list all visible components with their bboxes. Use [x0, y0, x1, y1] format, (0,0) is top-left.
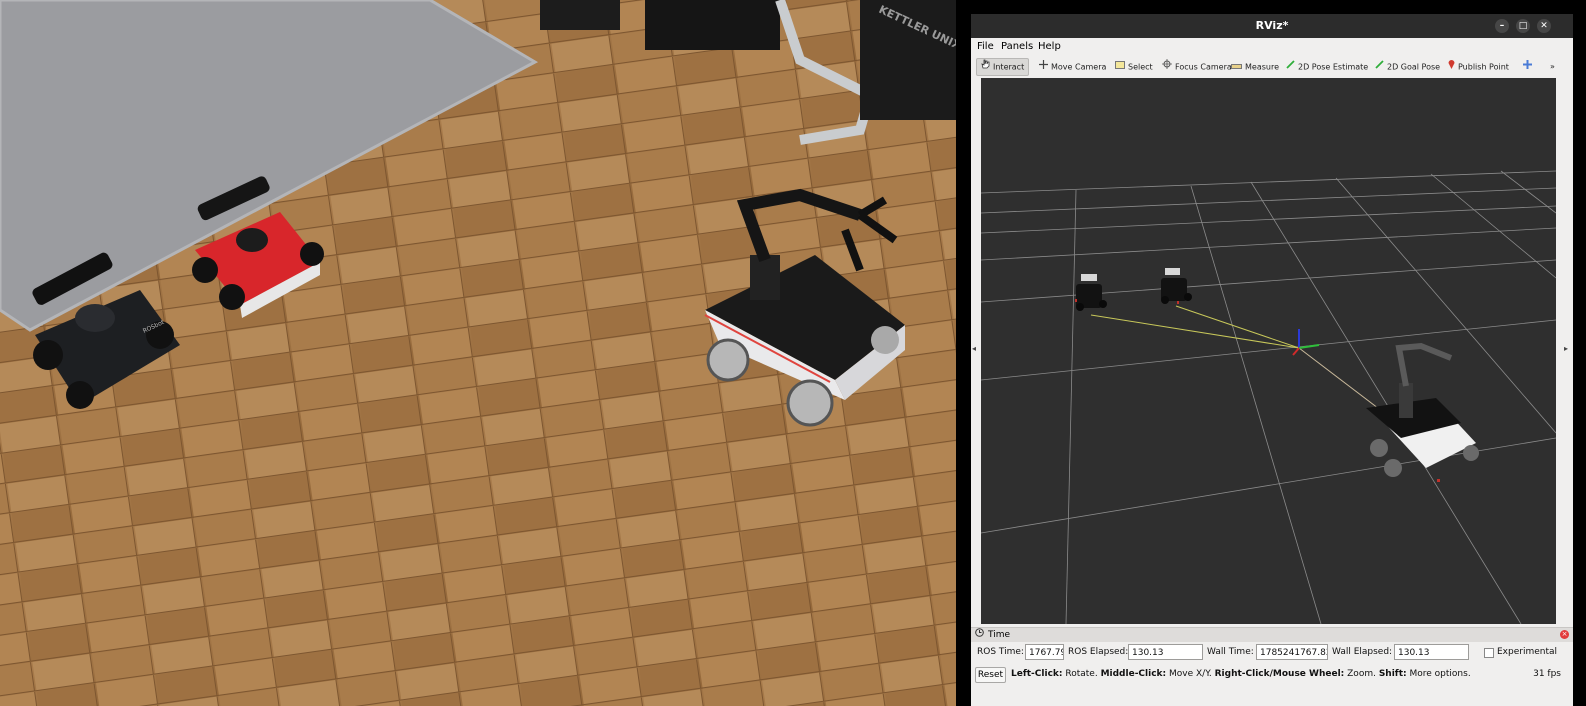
goal-pose-tool[interactable]: 2D Goal Pose	[1371, 59, 1444, 75]
robot-model-1	[1075, 274, 1107, 311]
ros-time-label: ROS Time:	[977, 647, 1024, 657]
middle-click-key: Middle-Click:	[1100, 669, 1167, 679]
robot-model-arm	[1366, 342, 1479, 482]
menu-panels[interactable]: Panels	[1001, 38, 1033, 56]
ground-grid	[981, 170, 1556, 624]
3d-viewport[interactable]	[981, 78, 1556, 624]
mouse-hint-text: Left-Click: Rotate. Middle-Click: Move X…	[1011, 669, 1471, 679]
time-panel-row: ROS Time: 1767.79 ROS Elapsed: 130.13 Wa…	[971, 643, 1573, 663]
ruler-icon	[1231, 59, 1242, 75]
ros-elapsed-label: ROS Elapsed:	[1068, 647, 1129, 657]
time-panel-header: Time ×	[971, 627, 1573, 642]
left-dock-arrow-icon[interactable]: ◂	[972, 344, 976, 353]
panel-close-icon[interactable]: ×	[1560, 630, 1569, 639]
wall-time-label: Wall Time:	[1207, 647, 1254, 657]
experimental-checkbox[interactable]	[1484, 648, 1494, 658]
map-pin-icon	[1448, 59, 1455, 75]
maximize-button[interactable]: □	[1516, 19, 1530, 33]
reset-button[interactable]: Reset	[975, 667, 1006, 683]
select-icon	[1115, 59, 1125, 75]
fps-counter: 31 fps	[1533, 669, 1561, 679]
tool-bar: Interact Move Camera Select Focus Camera…	[971, 56, 1573, 78]
rviz-window: RViz* – □ ✕ File Panels Help Interact Mo…	[971, 14, 1573, 706]
plus-icon	[1523, 59, 1532, 75]
add-tool-button[interactable]	[1519, 59, 1539, 75]
wall-elapsed-field[interactable]: 130.13	[1394, 644, 1469, 660]
title-bar: RViz* – □ ✕	[971, 14, 1573, 38]
left-click-key: Left-Click:	[1011, 669, 1063, 679]
minimize-button[interactable]: –	[1495, 19, 1509, 33]
pose-estimate-label: 2D Pose Estimate	[1298, 62, 1369, 72]
menu-bar: File Panels Help	[971, 38, 1573, 56]
measure-tool[interactable]: Measure	[1227, 59, 1283, 75]
close-icon: ✕	[1540, 21, 1548, 31]
ros-time-field[interactable]: 1767.79	[1025, 644, 1064, 660]
measure-label: Measure	[1245, 62, 1279, 72]
left-click-text: Rotate.	[1065, 669, 1098, 679]
menu-help[interactable]: Help	[1038, 38, 1061, 56]
window-title: RViz*	[1255, 19, 1289, 32]
experimental-label: Experimental	[1497, 647, 1558, 657]
publish-point-label: Publish Point	[1458, 62, 1509, 72]
robot-model-2	[1161, 268, 1192, 304]
wall-time-field[interactable]: 1785241767.82	[1256, 644, 1328, 660]
shift-text: More options.	[1409, 669, 1471, 679]
right-click-text: Zoom.	[1347, 669, 1376, 679]
move-camera-icon	[1039, 59, 1048, 75]
publish-point-tool[interactable]: Publish Point	[1444, 59, 1513, 75]
ros-elapsed-field[interactable]: 130.13	[1128, 644, 1203, 660]
menu-file[interactable]: File	[977, 38, 994, 56]
move-camera-tool[interactable]: Move Camera	[1035, 59, 1110, 75]
clock-icon	[975, 628, 984, 642]
toolbar-overflow-button[interactable]: »	[1546, 59, 1559, 75]
interact-label: Interact	[993, 62, 1025, 72]
pose-estimate-tool[interactable]: 2D Pose Estimate	[1282, 59, 1372, 75]
maximize-icon: □	[1518, 21, 1528, 31]
goal-arrow-icon	[1375, 59, 1384, 75]
move-camera-label: Move Camera	[1051, 62, 1107, 72]
select-tool[interactable]: Select	[1111, 59, 1157, 75]
close-button[interactable]: ✕	[1537, 19, 1551, 33]
focus-camera-label: Focus Camera	[1175, 62, 1232, 72]
robots-photo: KETTLER UNIX ROSbot	[0, 0, 956, 706]
focus-camera-icon	[1162, 59, 1172, 75]
wall-elapsed-label: Wall Elapsed:	[1332, 647, 1393, 657]
focus-camera-tool[interactable]: Focus Camera	[1158, 59, 1236, 75]
status-bar: Reset Left-Click: Rotate. Middle-Click: …	[971, 665, 1573, 685]
interact-tool[interactable]: Interact	[976, 58, 1030, 76]
goal-pose-label: 2D Goal Pose	[1387, 62, 1441, 72]
select-label: Select	[1128, 62, 1153, 72]
time-panel-title: Time	[988, 630, 1011, 640]
right-click-key: Right-Click/Mouse Wheel:	[1214, 669, 1345, 679]
minimize-icon: –	[1499, 21, 1505, 31]
hand-icon	[981, 59, 990, 75]
3d-scene	[981, 170, 1556, 624]
green-arrow-icon	[1286, 59, 1295, 75]
shift-key: Shift:	[1378, 669, 1407, 679]
middle-click-text: Move X/Y.	[1169, 669, 1212, 679]
right-dock-arrow-icon[interactable]: ▸	[1564, 344, 1568, 353]
